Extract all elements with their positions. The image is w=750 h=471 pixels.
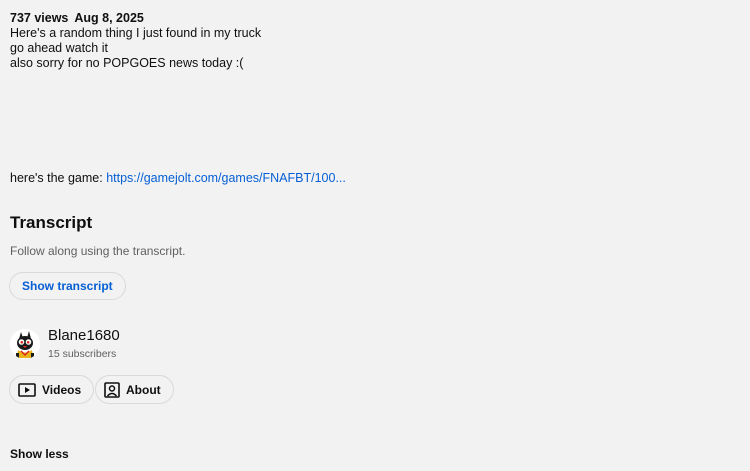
show-less-button[interactable]: Show less <box>10 447 69 461</box>
videos-button-label: Videos <box>42 382 82 397</box>
about-button-label: About <box>126 382 161 397</box>
transcript-heading: Transcript <box>10 213 93 232</box>
upload-date: Aug 8, 2025 <box>74 11 144 25</box>
description-line: also sorry for no POPGOES news today :( <box>10 56 244 70</box>
view-count: 737 views <box>10 11 69 25</box>
game-link-line: here's the game: https://gamejolt.com/ga… <box>10 171 346 186</box>
video-meta: 737 views Aug 8, 2025 <box>10 11 144 26</box>
game-link[interactable]: https://gamejolt.com/games/FNAFBT/100... <box>106 171 346 185</box>
transcript-subtitle: Follow along using the transcript. <box>10 244 186 258</box>
game-link-prefix: here's the game: <box>10 171 107 185</box>
description-text: Here's a random thing I just found in my… <box>10 26 510 71</box>
description-line: go ahead watch it <box>10 41 108 55</box>
channel-info: Blane1680 15 subscribers <box>10 327 120 361</box>
channel-name[interactable]: Blane1680 <box>48 327 120 345</box>
about-button[interactable]: About <box>95 375 174 404</box>
channel-avatar[interactable] <box>10 329 40 359</box>
videos-button[interactable]: Videos <box>9 375 95 404</box>
channel-text: Blane1680 15 subscribers <box>48 327 120 361</box>
subscriber-count: 15 subscribers <box>48 348 117 360</box>
description-line: Here's a random thing I just found in my… <box>10 26 262 40</box>
show-transcript-button[interactable]: Show transcript <box>9 272 126 300</box>
video-play-icon <box>18 382 36 397</box>
character-avatar-icon <box>10 329 40 359</box>
video-description-panel: 737 views Aug 8, 2025 Here's a random thi… <box>0 0 750 471</box>
person-portrait-icon <box>104 381 120 398</box>
